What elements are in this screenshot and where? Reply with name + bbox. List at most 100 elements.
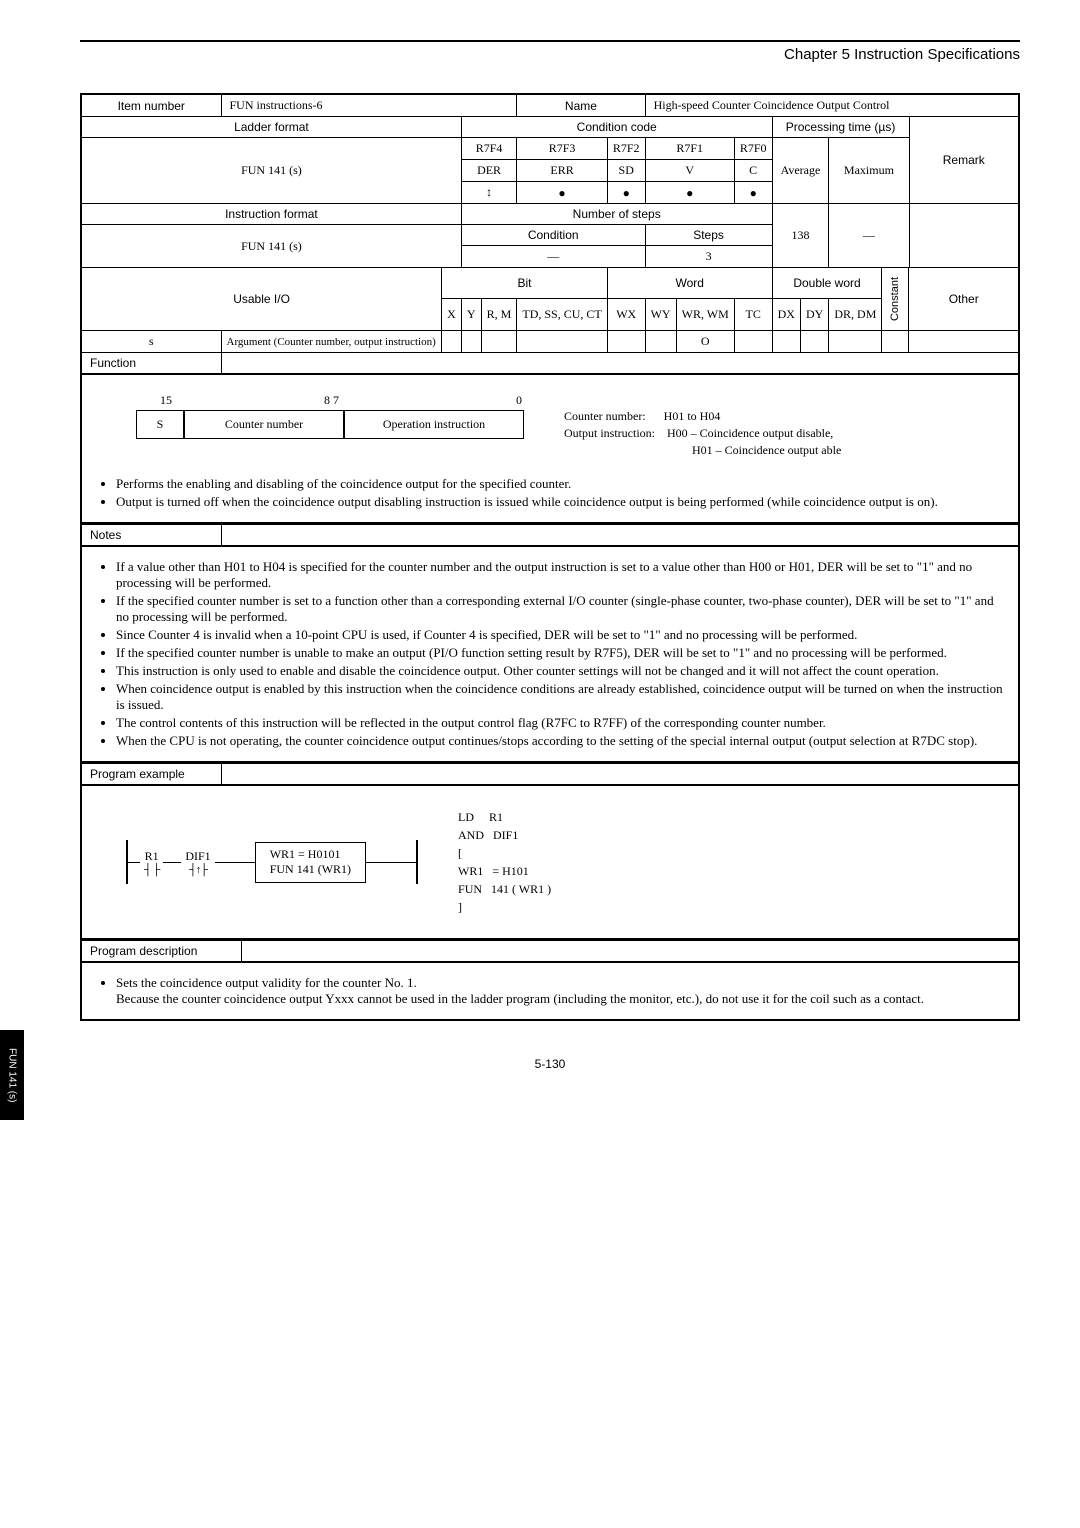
cc-r7f4: R7F4 (461, 138, 516, 160)
arg-wx (607, 331, 645, 353)
nb-5: When coincidence output is enabled by th… (116, 681, 1004, 713)
program-example-label: Program example (81, 764, 221, 786)
remark-label: Remark (909, 117, 1019, 204)
arg-other (909, 331, 1019, 353)
arg-desc: Argument (Counter number, output instruc… (221, 331, 442, 353)
arg-x (442, 331, 462, 353)
cd-87: 8 7 (199, 393, 339, 408)
condition-label: Condition (461, 225, 645, 246)
steps-value: 3 (645, 246, 772, 268)
io-dx: DX (772, 298, 800, 330)
spec-table: Item number FUN instructions-6 Name High… (80, 93, 1020, 375)
arg-rm (481, 331, 517, 353)
nb-3: If the specified counter number is unabl… (116, 645, 1004, 661)
io-wr: WR, WM (676, 298, 734, 330)
fun-label-1: FUN 141 (s) (81, 138, 461, 204)
arg-const (882, 331, 909, 353)
cd-0: 0 (342, 393, 522, 408)
io-wy: WY (645, 298, 676, 330)
steps-138: 138 (772, 204, 829, 268)
ci-1: Counter number: (564, 409, 646, 423)
nb-1: If the specified counter number is set t… (116, 593, 1004, 625)
ladder-diagram: R1 ┤ ├ DIF1 ┤↑├ WR1 = H0101 FUN 141 (WR1… (96, 794, 1004, 930)
io-dr: DR, DM (829, 298, 882, 330)
counter-diagram: 15 8 7 0 S Counter number Operation inst… (96, 383, 1004, 472)
lb-1: WR1 = H0101 (270, 847, 351, 863)
function-body: 15 8 7 0 S Counter number Operation inst… (80, 375, 1020, 524)
nb-0: If a value other than H01 to H04 is spec… (116, 559, 1004, 591)
counter-info: Counter number: H01 to H04 Output instru… (564, 408, 841, 458)
ci-2v2: H01 – Coincidence output able (692, 443, 841, 457)
other-label: Other (909, 268, 1019, 331)
arg-wy (645, 331, 676, 353)
cc-val-2: ● (607, 182, 645, 204)
notes-bullets: If a value other than H01 to H04 is spec… (96, 559, 1004, 749)
io-td: TD, SS, CU, CT (517, 298, 608, 330)
cd-15: 15 (136, 393, 196, 408)
io-wx: WX (607, 298, 645, 330)
function-label: Function (81, 353, 221, 375)
pdb-0: Sets the coincidence output validity for… (116, 975, 1004, 1007)
pd-spacer (241, 941, 1019, 963)
item-number-label: Item number (81, 94, 221, 117)
arg-dr (829, 331, 882, 353)
cc-r7f3: R7F3 (517, 138, 608, 160)
ladder-box: WR1 = H0101 FUN 141 (WR1) (255, 842, 366, 883)
nb-4: This instruction is only used to enable … (116, 663, 1004, 679)
program-example-header: Program example (80, 763, 1020, 786)
notes-label: Notes (81, 525, 221, 547)
cc-val-0: ↕ (461, 182, 516, 204)
program-description-body: Sets the coincidence output validity for… (80, 963, 1020, 1021)
item-number-value: FUN instructions-6 (221, 94, 517, 117)
cc-der: DER (461, 160, 516, 182)
rising-edge-icon: ┤↑├ (189, 864, 207, 876)
arg-tc (734, 331, 772, 353)
arg-wr: O (676, 331, 734, 353)
function-bullets: Performs the enabling and disabling of t… (96, 476, 1004, 510)
pd-bullets: Sets the coincidence output validity for… (96, 975, 1004, 1007)
ladder-format-label: Ladder format (81, 117, 461, 138)
constant-label: Constant (887, 271, 903, 327)
nb-2: Since Counter 4 is invalid when a 10-poi… (116, 627, 1004, 643)
io-y: Y (461, 298, 481, 330)
notes-spacer (221, 525, 1019, 547)
arg-td (517, 331, 608, 353)
program-example-body: R1 ┤ ├ DIF1 ┤↑├ WR1 = H0101 FUN 141 (WR1… (80, 786, 1020, 940)
word-label: Word (607, 268, 772, 299)
contact-icon: ┤ ├ (144, 864, 159, 876)
cd-op: Operation instruction (344, 410, 524, 439)
remark-empty (909, 204, 1019, 268)
fb-1: Output is turned off when the coincidenc… (116, 494, 1004, 510)
arg-y (461, 331, 481, 353)
cc-c: C (734, 160, 772, 182)
program-description-label: Program description (81, 941, 241, 963)
ladder-code: LD R1 AND DIF1 [ WR1 = H101 FUN 141 ( WR… (458, 808, 551, 916)
chapter-title: Chapter 5 Instruction Specifications (80, 46, 1020, 63)
number-of-steps-label: Number of steps (461, 204, 772, 225)
condition-dash: — (461, 246, 645, 268)
function-spacer (221, 353, 1019, 375)
nb-7: When the CPU is not operating, the count… (116, 733, 1004, 749)
notes-header: Notes (80, 524, 1020, 547)
ladder-r1: R1 (145, 849, 159, 864)
name-label: Name (517, 94, 645, 117)
io-tc: TC (734, 298, 772, 330)
notes-body: If a value other than H01 to H04 is spec… (80, 547, 1020, 763)
double-word-label: Double word (772, 268, 882, 299)
lb-2: FUN 141 (WR1) (270, 862, 351, 878)
cc-val-4: ● (734, 182, 772, 204)
arg-dy (800, 331, 828, 353)
instruction-format-label: Instruction format (81, 204, 461, 225)
cc-r7f1: R7F1 (645, 138, 734, 160)
header-rule (80, 40, 1020, 42)
arg-s: s (81, 331, 221, 353)
bit-label: Bit (442, 268, 608, 299)
ladder-dif1: DIF1 (185, 849, 210, 864)
program-description-header: Program description (80, 940, 1020, 963)
cc-val-1: ● (517, 182, 608, 204)
cd-s: S (136, 410, 184, 439)
cc-v: V (645, 160, 734, 182)
usable-io-label: Usable I/O (81, 268, 442, 331)
pe-spacer (221, 764, 1019, 786)
ci-2v1: H00 – Coincidence output disable, (667, 426, 833, 440)
